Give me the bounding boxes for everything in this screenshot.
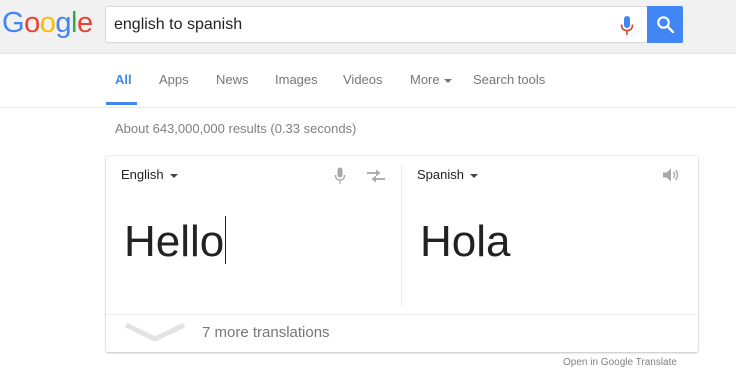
tab-search-tools[interactable]: Search tools: [473, 72, 545, 88]
logo-letter: e: [76, 7, 93, 39]
tab-all[interactable]: All: [115, 72, 132, 88]
column-divider: [401, 164, 402, 306]
target-text: Hola: [420, 217, 511, 266]
search-icon: [657, 16, 675, 34]
text-cursor: [225, 216, 227, 264]
chevron-down-icon: [169, 173, 178, 178]
source-text: Hello: [124, 217, 225, 266]
target-language-select[interactable]: Spanish: [417, 167, 478, 183]
logo-letter: G: [2, 7, 25, 39]
search-button[interactable]: [647, 6, 683, 43]
google-logo[interactable]: Google: [2, 6, 93, 40]
translate-card: English Spanish Hello Hola 7 more transl…: [106, 156, 698, 352]
search-box: [105, 6, 647, 43]
logo-letter: o: [24, 7, 40, 39]
tab-more-label: More: [410, 72, 440, 87]
speaker-icon[interactable]: [662, 167, 680, 183]
search-tabs: All Apps News Images Videos More Search …: [0, 55, 736, 108]
source-language-select[interactable]: English: [121, 167, 178, 183]
tab-news[interactable]: News: [216, 72, 249, 88]
tab-more[interactable]: More: [410, 72, 452, 88]
chevron-down-icon: [443, 78, 452, 83]
tab-apps[interactable]: Apps: [159, 72, 189, 88]
active-tab-indicator: [106, 102, 137, 105]
open-in-translate-link[interactable]: Open in Google Translate: [563, 357, 677, 369]
tab-videos[interactable]: Videos: [343, 72, 383, 88]
tab-images[interactable]: Images: [275, 72, 318, 88]
source-language-label: English: [121, 167, 164, 182]
target-language-label: Spanish: [417, 167, 464, 182]
microphone-icon[interactable]: [334, 167, 346, 185]
swap-languages-icon[interactable]: [366, 168, 386, 184]
chevron-down-icon: [469, 173, 478, 178]
card-divider: [106, 314, 698, 315]
source-text-input[interactable]: Hello: [124, 216, 227, 268]
expand-chevron-icon[interactable]: [124, 321, 186, 345]
top-bar: Google: [0, 0, 736, 54]
result-stats: About 643,000,000 results (0.33 seconds): [115, 121, 357, 136]
logo-letter: o: [39, 7, 56, 39]
search-input[interactable]: [114, 7, 594, 42]
more-translations-link[interactable]: 7 more translations: [202, 324, 330, 342]
logo-letter: g: [55, 7, 71, 39]
microphone-icon[interactable]: [619, 15, 635, 37]
